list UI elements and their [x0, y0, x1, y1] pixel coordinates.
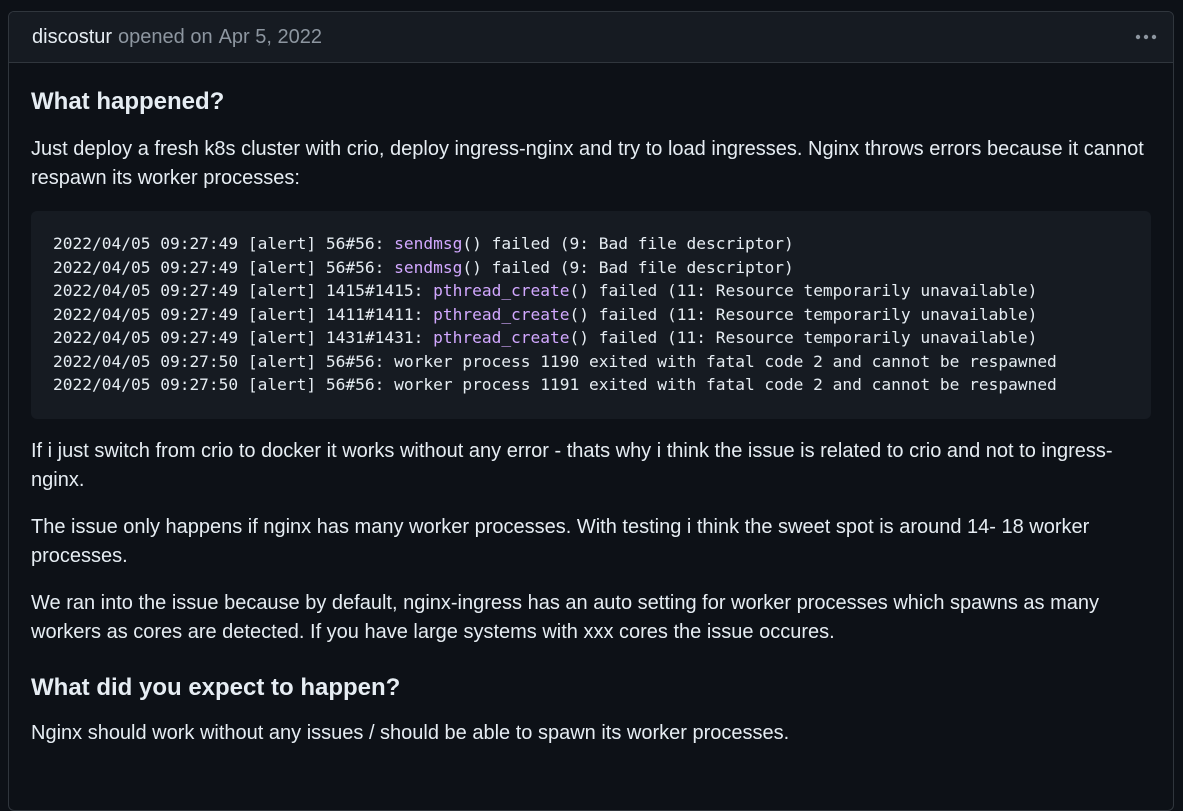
code-line: 2022/04/05 09:27:49 [alert] 1411#1411: p… [53, 303, 1129, 327]
code-function-name: pthread_create [433, 281, 570, 300]
code-function-name: sendmsg [394, 234, 463, 253]
code-text: () failed (9: Bad file descriptor) [462, 234, 794, 253]
code-text: 2022/04/05 09:27:50 [alert] 56#56: worke… [53, 351, 1057, 371]
heading-what-happened: What happened? [31, 88, 225, 115]
code-text: () failed (11: Resource temporarily unav… [569, 281, 1038, 300]
comment-body: What happened? Just deploy a fresh k8s c… [9, 63, 1173, 748]
code-function-name: sendmsg [394, 257, 463, 277]
author-link[interactable]: discostur [32, 26, 112, 49]
code-function-name: pthread_create [433, 304, 570, 324]
paragraph-description: Just deploy a fresh k8s cluster with cri… [31, 138, 1144, 189]
code-block: 2022/04/05 09:27:49 [alert] 56#56: sendm… [31, 211, 1151, 419]
code-line: 2022/04/05 09:27:49 [alert] 1431#1431: p… [53, 326, 1129, 350]
code-text: () failed (11: Resource temporarily unav… [569, 304, 1038, 324]
comment-header: discostur opened on Apr 5, 2022 [9, 12, 1173, 63]
paragraph-docker: If i just switch from crio to docker it … [31, 439, 1113, 491]
code-line: 2022/04/05 09:27:49 [alert] 56#56: sendm… [53, 232, 1129, 256]
kebab-horizontal-icon[interactable] [1131, 25, 1161, 49]
code-text: 2022/04/05 09:27:49 [alert] 1411#1411: [53, 304, 434, 324]
code-text: 2022/04/05 09:27:49 [alert] 56#56: [53, 234, 395, 253]
code-text: () failed (9: Bad file descriptor) [462, 257, 794, 277]
code-text: 2022/04/05 09:27:49 [alert] 56#56: [53, 257, 395, 277]
code-line: 2022/04/05 09:27:49 [alert] 1415#1415: p… [53, 279, 1129, 303]
opened-label: opened on [118, 25, 213, 48]
code-text: 2022/04/05 09:27:49 [alert] 1431#1431: [53, 328, 434, 347]
code-line: 2022/04/05 09:27:50 [alert] 56#56: worke… [53, 350, 1129, 374]
code-line: 2022/04/05 09:27:50 [alert] 56#56: worke… [53, 373, 1129, 397]
paragraph-auto-setting: We ran into the issue because by default… [31, 591, 1099, 643]
code-text: 2022/04/05 09:27:50 [alert] 56#56: worke… [53, 375, 1057, 394]
paragraph-worker-count: The issue only happens if nginx has many… [31, 515, 1090, 567]
heading-expected: What did you expect to happen? [31, 673, 401, 701]
code-text: () failed (11: Resource temporarily unav… [569, 328, 1038, 347]
timestamp-link[interactable]: Apr 5, 2022 [219, 26, 322, 49]
paragraph-expected: Nginx should work without any issues / s… [31, 721, 790, 744]
code-function-name: pthread_create [433, 328, 570, 347]
code-text: 2022/04/05 09:27:49 [alert] 1415#1415: [53, 281, 434, 300]
issue-comment: discostur opened on Apr 5, 2022 What hap… [8, 11, 1174, 811]
code-line: 2022/04/05 09:27:49 [alert] 56#56: sendm… [53, 256, 1129, 280]
